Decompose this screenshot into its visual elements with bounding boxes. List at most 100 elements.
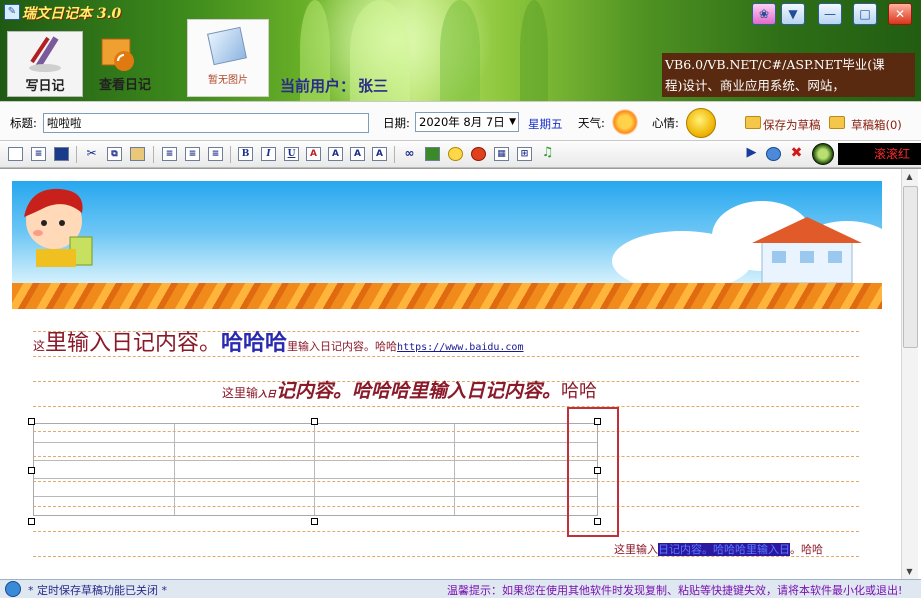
format-toolbar: ≡ ✂ ⧉ ≡ ≡ ≡ B I U A A A A ∞ ▦ ⊞ ♫ ▶ ✖: [0, 141, 921, 168]
refresh-icon[interactable]: [766, 147, 781, 161]
toolbar-separator: [394, 146, 395, 163]
cut-icon[interactable]: ✂: [84, 147, 99, 161]
tip-text: 温馨提示：如果您在使用其他软件时发现复制、粘贴等快捷键失效，请将本软件最小化或退…: [447, 584, 903, 597]
chevron-down-icon[interactable]: ▼: [509, 113, 516, 131]
diary-text-line-1[interactable]: 这里输入日记内容。哈哈哈里输入日记内容。哈哈https://www.baidu.…: [33, 325, 523, 357]
highlight-icon[interactable]: A: [372, 147, 387, 161]
ruled-line: [33, 531, 859, 532]
resize-handle[interactable]: [311, 518, 318, 525]
current-user-label: 当前用户：: [280, 77, 356, 95]
selected-text: 日记内容。哈哈哈里输入日: [658, 543, 790, 556]
write-diary-label: 写日记: [25, 79, 65, 94]
diary-text-line-2[interactable]: 这里输入日记内容。哈哈哈里输入日记内容。哈哈: [222, 376, 597, 403]
diary-text-line-3[interactable]: 这里输入日记内容。哈哈哈里输入日。哈哈: [614, 541, 823, 557]
house-icon: [752, 217, 862, 283]
diary-editor[interactable]: 这里输入日记内容。哈哈哈里输入日记内容。哈哈 https://www.baidu.…: [0, 168, 921, 580]
maximize-button[interactable]: □: [853, 3, 877, 25]
dropdown-icon[interactable]: ▼: [781, 3, 805, 25]
underline-icon[interactable]: U: [284, 147, 299, 161]
text-small: 这里输: [222, 386, 259, 400]
table-row-line: [34, 496, 597, 497]
title-input[interactable]: [43, 113, 369, 133]
image-icon[interactable]: [425, 147, 440, 161]
link-text[interactable]: https://www.baidu.com: [397, 342, 523, 353]
grass-decoration: [520, 0, 548, 101]
promo-banner[interactable]: VB6.0/VB.NET/C#/ASP.NET毕业(课 程)设计、商业应用系统、…: [662, 53, 915, 97]
date-value: 2020年 8月 7日: [419, 115, 505, 129]
pen-icon: [29, 36, 61, 72]
close-button[interactable]: ✕: [888, 3, 912, 25]
copy-icon[interactable]: ⧉: [107, 147, 122, 161]
title-label: 标题:: [10, 116, 37, 130]
status-bar: * 定时保存草稿功能已关闭 * 温馨提示：如果您在使用其他软件时发现复制、粘贴等…: [0, 579, 921, 598]
promo-line-2: 程)设计、商业应用系统、网站，: [665, 78, 845, 93]
sun-icon[interactable]: [612, 109, 638, 135]
smiley-mood-icon[interactable]: [686, 108, 716, 138]
skin-icon[interactable]: ❀: [752, 3, 776, 25]
table-icon[interactable]: ▦: [494, 147, 509, 161]
flash-icon[interactable]: [471, 147, 486, 161]
view-diary-button[interactable]: 查看日记: [88, 31, 162, 95]
paste-icon[interactable]: [130, 147, 145, 161]
view-diary-label: 查看日记: [98, 78, 151, 93]
text-large: 里输入日记内容。: [45, 331, 222, 356]
date-label: 日期:: [383, 116, 410, 130]
wheel-icon[interactable]: [812, 143, 834, 165]
align-center-icon[interactable]: ≡: [185, 147, 200, 161]
scroll-down-icon[interactable]: ▼: [903, 565, 916, 579]
insert-row-icon[interactable]: ⊞: [517, 147, 532, 161]
resize-handle[interactable]: [28, 467, 35, 474]
font-face-icon[interactable]: A: [328, 147, 343, 161]
font-size-icon[interactable]: A: [350, 147, 365, 161]
header-banner: ✎ 瑞文日记本 3.0 ❀ ▼ — □ ✕ 写日记 查看日记 暂无图片 当前用户…: [0, 0, 921, 101]
italic-icon[interactable]: I: [261, 147, 276, 161]
toolbar-separator: [153, 146, 154, 163]
ruled-line: [33, 406, 859, 407]
vertical-scrollbar[interactable]: ▲ ▼: [901, 169, 918, 580]
table-col-line: [314, 424, 315, 515]
marquee-text: 滚滚红: [838, 143, 921, 165]
grass-decoration: [440, 0, 480, 101]
bold-icon[interactable]: B: [238, 147, 253, 161]
clock-icon: [5, 581, 21, 597]
scroll-thumb[interactable]: [903, 186, 918, 348]
delete-icon[interactable]: ✖: [789, 146, 804, 161]
photo-label: 暂无图片: [208, 75, 248, 86]
date-picker[interactable]: 2020年 8月 7日 ▼: [415, 112, 519, 132]
write-diary-button[interactable]: 写日记: [7, 31, 83, 97]
save-draft-button[interactable]: 保存为草稿: [763, 117, 821, 133]
photo-frame[interactable]: 暂无图片: [187, 19, 269, 97]
mood-label: 心情:: [652, 116, 679, 130]
resize-handle[interactable]: [28, 418, 35, 425]
font-color-icon[interactable]: A: [306, 147, 321, 161]
new-file-icon[interactable]: [8, 147, 23, 161]
stationery-banner: [12, 181, 882, 309]
music-icon[interactable]: ♫: [540, 146, 555, 161]
align-left-icon[interactable]: ≡: [162, 147, 177, 161]
boy-reading-icon: [24, 188, 93, 267]
weekday-text: 星期五: [528, 117, 563, 131]
table-row-line: [34, 442, 597, 443]
highlight-box: [567, 407, 619, 537]
align-right-icon[interactable]: ≡: [208, 147, 223, 161]
autosave-status: * 定时保存草稿功能已关闭 *: [28, 584, 167, 597]
inserted-table[interactable]: [33, 423, 598, 516]
link-icon[interactable]: ∞: [402, 147, 417, 161]
current-user-name: 张三: [358, 77, 389, 95]
play-icon[interactable]: ▶: [744, 146, 759, 161]
resize-handle[interactable]: [311, 418, 318, 425]
text-tail: 里输入日记内容。哈哈: [287, 340, 398, 353]
draft-box-button[interactable]: 草稿箱(0): [851, 117, 902, 133]
open-file-icon[interactable]: ≡: [31, 147, 46, 161]
scroll-up-icon[interactable]: ▲: [903, 170, 916, 184]
text-tail: 。哈哈: [790, 543, 823, 556]
text-tiny: 入日: [258, 390, 277, 400]
text-tail: 哈哈: [561, 381, 598, 402]
minimize-button[interactable]: —: [818, 3, 842, 25]
rope-border: [12, 283, 882, 309]
resize-handle[interactable]: [28, 518, 35, 525]
promo-line-1: VB6.0/VB.NET/C#/ASP.NET毕业(课: [665, 57, 885, 72]
table-col-line: [174, 424, 175, 515]
save-icon[interactable]: [54, 147, 69, 161]
emoticon-icon[interactable]: [448, 147, 463, 161]
